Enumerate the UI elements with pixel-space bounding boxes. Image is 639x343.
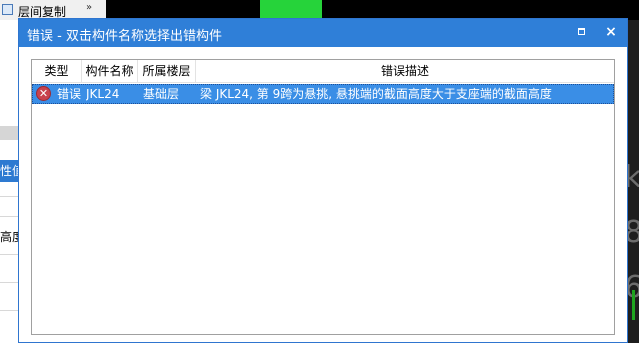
toolbar-overflow-button[interactable]: »	[86, 2, 92, 13]
dialog-titlebar[interactable]: 错误 - 双击构件名称选择出错构件 ×	[19, 19, 627, 47]
close-button[interactable]: ×	[604, 25, 618, 39]
list-header: 类型 构件名称 所属楼层 错误描述	[32, 60, 614, 83]
background-left-panel: 性值 高度	[0, 20, 19, 343]
layer-copy-icon[interactable]	[2, 4, 13, 15]
left-panel-selected-row[interactable]: 性值	[0, 160, 18, 182]
column-header-type[interactable]: 类型	[32, 60, 82, 82]
row-type: 错误	[57, 87, 82, 101]
error-list[interactable]: 类型 构件名称 所属楼层 错误描述 ✕ 错误 JKL24 基础层 梁 JKL24…	[31, 59, 615, 335]
row-description: 梁 JKL24, 第 9跨为悬挑, 悬挑端的截面高度大于支座端的截面高度	[200, 87, 552, 101]
left-panel-strip	[0, 126, 18, 140]
column-header-floor[interactable]: 所属楼层	[138, 60, 196, 82]
left-panel-divider	[0, 254, 18, 255]
left-panel-divider	[0, 310, 18, 311]
row-floor: 基础层	[143, 87, 180, 101]
maximize-button[interactable]	[575, 25, 589, 39]
column-header-name[interactable]: 构件名称	[82, 60, 138, 82]
maximize-icon	[578, 28, 585, 35]
background-canvas	[106, 0, 639, 20]
left-panel-divider	[0, 216, 18, 217]
dialog-title: 错误 - 双击构件名称选择出错构件	[27, 29, 222, 44]
background-green-block	[260, 0, 322, 20]
left-panel-label: 高度	[0, 230, 18, 244]
error-circle-x-icon: ✕	[36, 86, 51, 101]
table-row[interactable]: ✕ 错误 JKL24 基础层 梁 JKL24, 第 9跨为悬挑, 悬挑端的截面高…	[32, 84, 614, 104]
background-green-line	[632, 290, 635, 320]
left-panel-divider	[0, 196, 18, 197]
row-component-name[interactable]: JKL24	[86, 85, 119, 103]
error-dialog: 错误 - 双击构件名称选择出错构件 × 类型 构件名称 所属楼层 错误描述 ✕ …	[18, 18, 628, 343]
left-panel-divider	[0, 282, 18, 283]
column-header-description[interactable]: 错误描述	[196, 60, 614, 82]
